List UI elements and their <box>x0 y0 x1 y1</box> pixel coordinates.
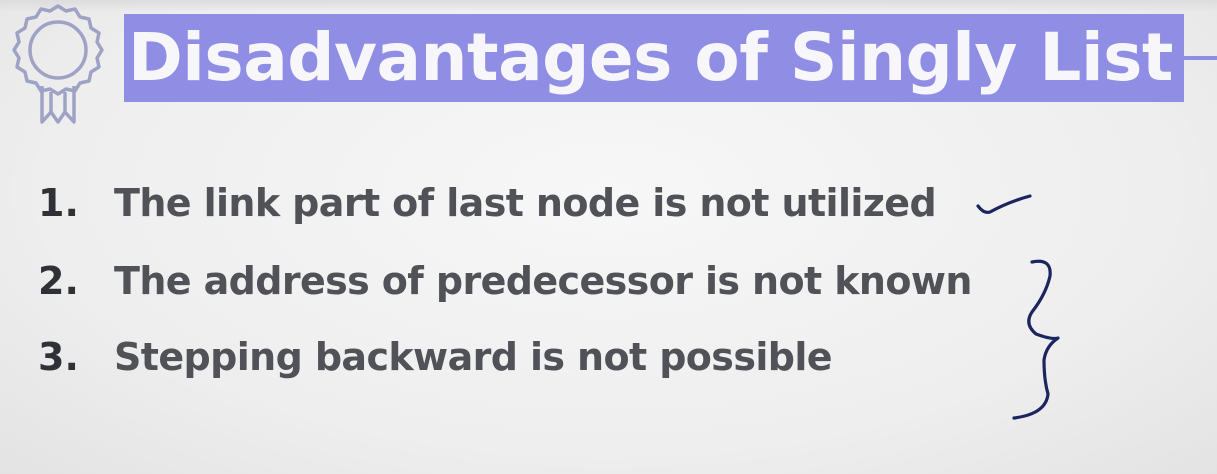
list-item-text: Stepping backward is not possible <box>114 335 833 379</box>
slide-title: Disadvantages of Singly List <box>128 19 1173 96</box>
curly-brace-icon <box>1012 259 1060 420</box>
list-item-number: 3. <box>38 335 79 379</box>
list-item-number: 2. <box>38 259 79 303</box>
checkmark-icon <box>976 194 1032 214</box>
list-item-text: The link part of last node is not utiliz… <box>114 181 937 225</box>
top-shadow-strip <box>0 0 1217 12</box>
slide: { "slide": { "title": "Disadvantages of … <box>0 0 1217 474</box>
list-item-number: 1. <box>38 181 79 225</box>
list-item-text: The address of predecessor is not known <box>114 259 972 303</box>
ribbon-award-icon <box>12 4 104 124</box>
title-underline-rule <box>1184 56 1217 60</box>
